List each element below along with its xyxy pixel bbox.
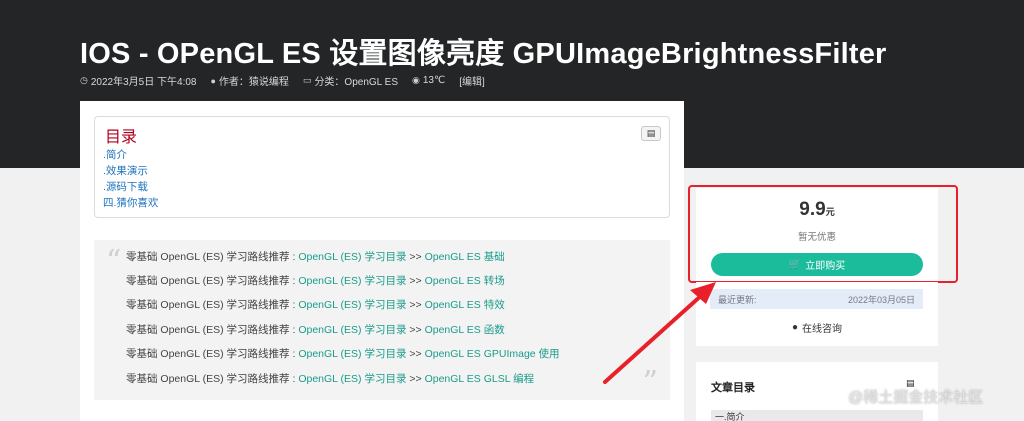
toc-box: 目录 ▤ .简介 .效果演示 .源码下载 四.猜你喜欢 — [94, 116, 670, 218]
quote-separator: >> — [406, 373, 425, 385]
recommend-quote: “ 零基础 OpenGL (ES) 学习路线推荐 : OpenGL (ES) 学… — [94, 240, 670, 400]
quote-separator: >> — [406, 251, 425, 263]
quote-prefix: 零基础 OpenGL (ES) 学习路线推荐 : — [126, 275, 299, 287]
article-toc-title: 文章目录 — [711, 382, 755, 394]
quote-link[interactable]: OpenGL ES 函数 — [425, 324, 505, 336]
meta-category-text[interactable]: 分类：OpenGL ES — [314, 73, 398, 88]
meta-views-text: 13℃ — [422, 75, 446, 86]
quote-prefix: 零基础 OpenGL (ES) 学习路线推荐 : — [126, 348, 299, 360]
quote-link-main[interactable]: OpenGL (ES) 学习目录 — [298, 348, 406, 360]
quote-link-main[interactable]: OpenGL (ES) 学习目录 — [298, 251, 406, 263]
quote-prefix: 零基础 OpenGL (ES) 学习路线推荐 : — [126, 299, 299, 311]
quote-link[interactable]: OpenGL ES 转场 — [425, 275, 505, 287]
toc-item[interactable]: .简介 — [103, 147, 158, 163]
quote-prefix: 零基础 OpenGL (ES) 学习路线推荐 : — [126, 373, 299, 385]
consult-button[interactable]: ● 在线咨询 — [696, 320, 938, 335]
quote-link-main[interactable]: OpenGL (ES) 学习目录 — [298, 299, 406, 311]
meta-author-text[interactable]: 作者：猿说编程 — [219, 73, 289, 88]
quote-prefix: 零基础 OpenGL (ES) 学习路线推荐 : — [126, 324, 299, 336]
quote-open-icon: “ — [106, 244, 122, 279]
quote-link-main[interactable]: OpenGL (ES) 学习目录 — [298, 275, 406, 287]
meta-views: ◉ 13℃ — [412, 73, 445, 88]
quote-close-icon: ” — [642, 365, 658, 400]
toc-title: 目录 — [105, 129, 138, 146]
quote-link-main[interactable]: OpenGL (ES) 学习目录 — [298, 324, 406, 336]
quote-link[interactable]: OpenGL ES 特效 — [425, 299, 505, 311]
quote-link[interactable]: OpenGL ES 基础 — [425, 251, 505, 263]
quote-prefix: 零基础 OpenGL (ES) 学习路线推荐 : — [126, 251, 299, 263]
article-meta: ◷ 2022年3月5日 下午4:08 ● 作者：猿说编程 ▭ 分类：OpenGL… — [80, 73, 485, 88]
consult-label: 在线咨询 — [802, 324, 843, 335]
meta-edit-link[interactable]: [编辑] — [459, 73, 485, 88]
quote-line: 零基础 OpenGL (ES) 学习路线推荐 : OpenGL (ES) 学习目… — [126, 371, 534, 386]
watermark: @稀土掘金技术社区 — [848, 389, 984, 406]
quote-separator: >> — [406, 348, 425, 360]
user-icon: ● — [210, 75, 216, 86]
folder-icon: ▭ — [302, 75, 312, 85]
quote-line: 零基础 OpenGL (ES) 学习路线推荐 : OpenGL (ES) 学习目… — [126, 273, 505, 288]
eye-icon: ◉ — [412, 75, 420, 85]
quote-link[interactable]: OpenGL ES GLSL 编程 — [425, 373, 535, 385]
article-content: 目录 ▤ .简介 .效果演示 .源码下载 四.猜你喜欢 “ 零基础 OpenGL… — [80, 101, 684, 421]
article-toc-item[interactable]: 一.简介 — [711, 410, 923, 421]
meta-author[interactable]: ● 作者：猿说编程 — [210, 73, 289, 89]
clock-icon: ◷ — [80, 75, 88, 85]
update-date: 2022年03月05日 — [847, 294, 915, 305]
toc-toggle-icon[interactable]: ▤ — [641, 126, 661, 141]
toc-list: .简介 .效果演示 .源码下载 四.猜你喜欢 — [103, 147, 158, 211]
toc-item[interactable]: .源码下载 — [103, 179, 158, 195]
quote-line: 零基础 OpenGL (ES) 学习路线推荐 : OpenGL (ES) 学习目… — [126, 346, 560, 361]
quote-separator: >> — [406, 324, 425, 336]
chat-icon: ● — [791, 322, 799, 333]
page-title: IOS - OPenGL ES 设置图像亮度 GPUImageBrightnes… — [80, 38, 887, 70]
toc-item[interactable]: .效果演示 — [103, 163, 158, 179]
meta-date: ◷ 2022年3月5日 下午4:08 — [80, 73, 196, 88]
annotation-highlight-box — [688, 185, 958, 283]
quote-separator: >> — [406, 275, 425, 287]
quote-line: 零基础 OpenGL (ES) 学习路线推荐 : OpenGL (ES) 学习目… — [126, 249, 505, 264]
quote-separator: >> — [406, 299, 425, 311]
meta-category[interactable]: ▭ 分类：OpenGL ES — [303, 73, 398, 88]
update-bar: 最近更新: 2022年03月05日 — [710, 289, 923, 309]
quote-link[interactable]: OpenGL ES GPUImage 使用 — [425, 348, 560, 360]
quote-line: 零基础 OpenGL (ES) 学习路线推荐 : OpenGL (ES) 学习目… — [126, 322, 505, 337]
quote-line: 零基础 OpenGL (ES) 学习路线推荐 : OpenGL (ES) 学习目… — [126, 297, 505, 312]
quote-link-main[interactable]: OpenGL (ES) 学习目录 — [298, 373, 406, 385]
toc-item[interactable]: 四.猜你喜欢 — [103, 195, 158, 211]
update-label: 最近更新: — [718, 294, 757, 305]
meta-date-text: 2022年3月5日 下午4:08 — [90, 77, 197, 88]
